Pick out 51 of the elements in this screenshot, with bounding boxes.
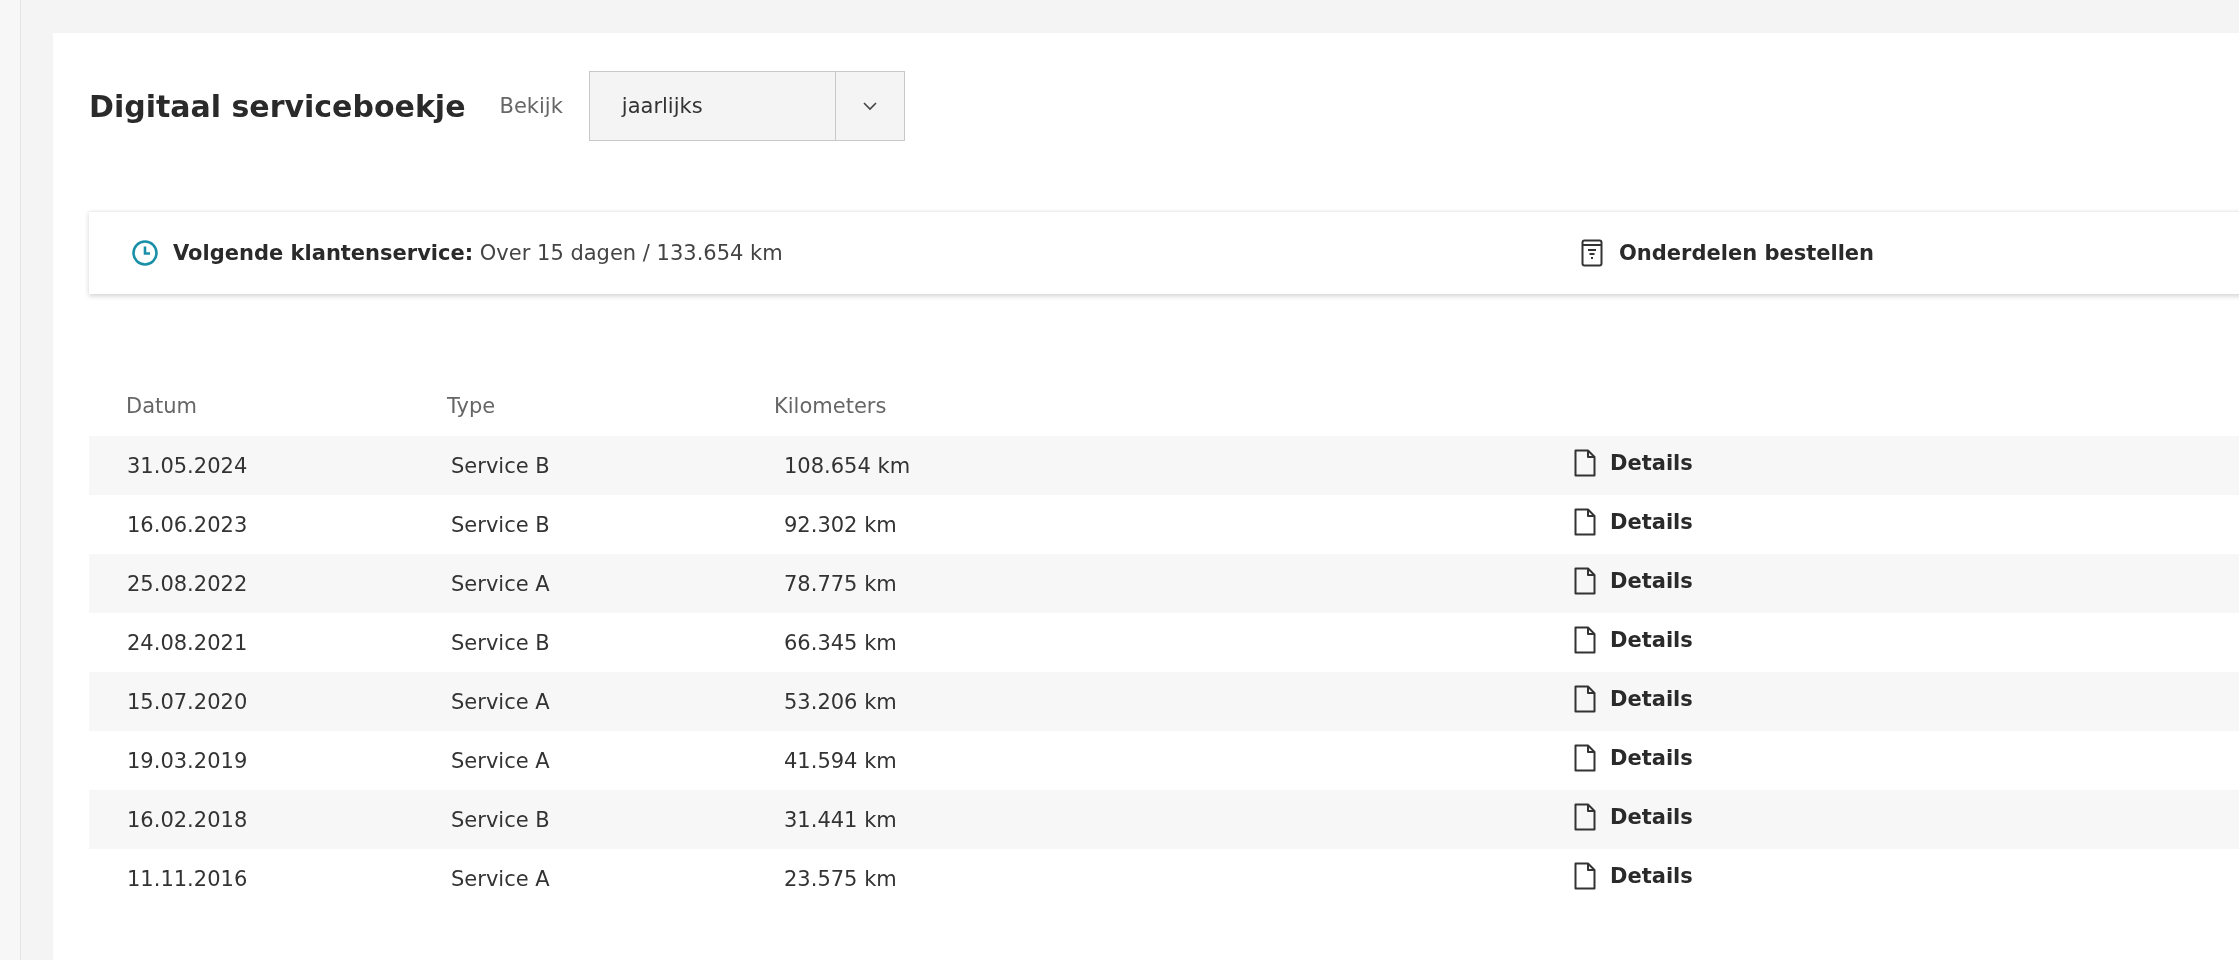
date-cell: 16.02.2018 bbox=[127, 807, 248, 832]
next-service-text: Volgende klantenservice: Over 15 dagen / 133.654 km bbox=[173, 241, 783, 265]
kilometers-cell: 53.206 km bbox=[784, 689, 897, 714]
document-icon bbox=[1574, 862, 1596, 890]
type-cell: Service A bbox=[451, 689, 550, 714]
column-header: Type bbox=[447, 394, 496, 418]
column-header: Kilometers bbox=[774, 394, 887, 418]
details-link[interactable]: Details bbox=[1574, 803, 1693, 831]
type-cell: Service B bbox=[451, 453, 550, 478]
date-cell: 15.07.2020 bbox=[127, 689, 248, 714]
clock-icon bbox=[131, 239, 159, 267]
view-label: Bekijk bbox=[499, 94, 563, 118]
type-cell: Service B bbox=[451, 807, 550, 832]
document-icon bbox=[1574, 685, 1596, 713]
document-icon bbox=[1574, 626, 1596, 654]
page-title: Digitaal serviceboekje bbox=[89, 88, 466, 124]
date-cell: 16.06.2023 bbox=[127, 512, 248, 537]
type-cell: Service A bbox=[451, 866, 550, 891]
type-cell: Service B bbox=[451, 512, 550, 537]
chevron-down-icon bbox=[862, 101, 877, 111]
details-link[interactable]: Details bbox=[1574, 862, 1693, 890]
type-cell: Service A bbox=[451, 571, 550, 596]
column-header: Datum bbox=[126, 394, 198, 418]
date-cell: 31.05.2024 bbox=[127, 453, 248, 478]
details-link[interactable]: Details bbox=[1574, 449, 1693, 477]
document-icon bbox=[1574, 803, 1596, 831]
kilometers-cell: 78.775 km bbox=[784, 571, 897, 596]
details-link[interactable]: Details bbox=[1574, 685, 1693, 713]
date-cell: 25.08.2022 bbox=[127, 571, 248, 596]
date-cell: 24.08.2021 bbox=[127, 630, 248, 655]
details-link[interactable]: Details bbox=[1574, 744, 1693, 772]
order-parts-link[interactable]: Onderdelen bestellen bbox=[1581, 239, 1875, 267]
kilometers-cell: 66.345 km bbox=[784, 630, 897, 655]
kilometers-cell: 108.654 km bbox=[784, 453, 911, 478]
view-dropdown[interactable]: jaarlijks bbox=[588, 71, 905, 141]
kilometers-cell: 41.594 km bbox=[784, 748, 897, 773]
document-icon bbox=[1574, 567, 1596, 595]
document-icon bbox=[1574, 744, 1596, 772]
kilometers-cell: 23.575 km bbox=[784, 866, 897, 891]
document-icon bbox=[1574, 449, 1596, 477]
date-cell: 11.11.2016 bbox=[127, 866, 248, 891]
details-link[interactable]: Details bbox=[1574, 508, 1693, 536]
type-cell: Service B bbox=[451, 630, 550, 655]
kilometers-cell: 92.302 km bbox=[784, 512, 897, 537]
date-cell: 19.03.2019 bbox=[127, 748, 248, 773]
kilometers-cell: 31.441 km bbox=[784, 807, 897, 832]
details-link[interactable]: Details bbox=[1574, 626, 1693, 654]
type-cell: Service A bbox=[451, 748, 550, 773]
parts-box-icon bbox=[1581, 239, 1603, 267]
document-icon bbox=[1574, 508, 1596, 536]
details-link[interactable]: Details bbox=[1574, 567, 1693, 595]
